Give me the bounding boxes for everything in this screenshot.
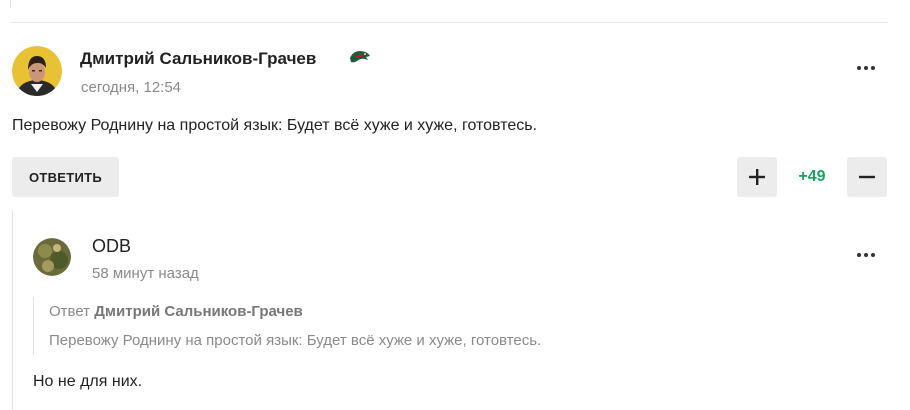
vote-score: +49 (798, 168, 826, 185)
more-options-icon[interactable] (851, 245, 881, 265)
quote-text: Перевожу Роднину на простой язык: Будет … (49, 332, 542, 349)
comment-text: Но не для них. (33, 373, 143, 390)
hockey-club-logo-icon (349, 48, 371, 71)
reply-button[interactable]: ОТВЕТИТЬ (12, 157, 119, 197)
avatar[interactable] (12, 46, 62, 96)
comment-time: 58 минут назад (92, 265, 199, 282)
author-name[interactable]: ODB (92, 236, 131, 257)
quote-author[interactable]: Дмитрий Сальников-Грачев (94, 303, 303, 320)
quote-header: Ответ Дмитрий Сальников-Грачев (49, 303, 303, 320)
upvote-button[interactable] (737, 157, 777, 197)
downvote-button[interactable] (847, 157, 887, 197)
avatar[interactable] (33, 238, 71, 276)
comment-divider (10, 22, 887, 23)
comment-time: сегодня, 12:54 (81, 79, 182, 96)
quote-prefix: Ответ (49, 303, 91, 320)
minus-icon (859, 175, 875, 179)
author-name[interactable]: Дмитрий Сальников-Грачев (80, 49, 316, 69)
more-options-icon[interactable] (851, 58, 881, 78)
quote-bar (33, 297, 34, 355)
plus-icon (749, 169, 765, 185)
comment-text: Перевожу Роднину на простой язык: Будет … (12, 117, 538, 134)
reply-thread-line (12, 210, 13, 410)
previous-thread-line (10, 0, 11, 8)
